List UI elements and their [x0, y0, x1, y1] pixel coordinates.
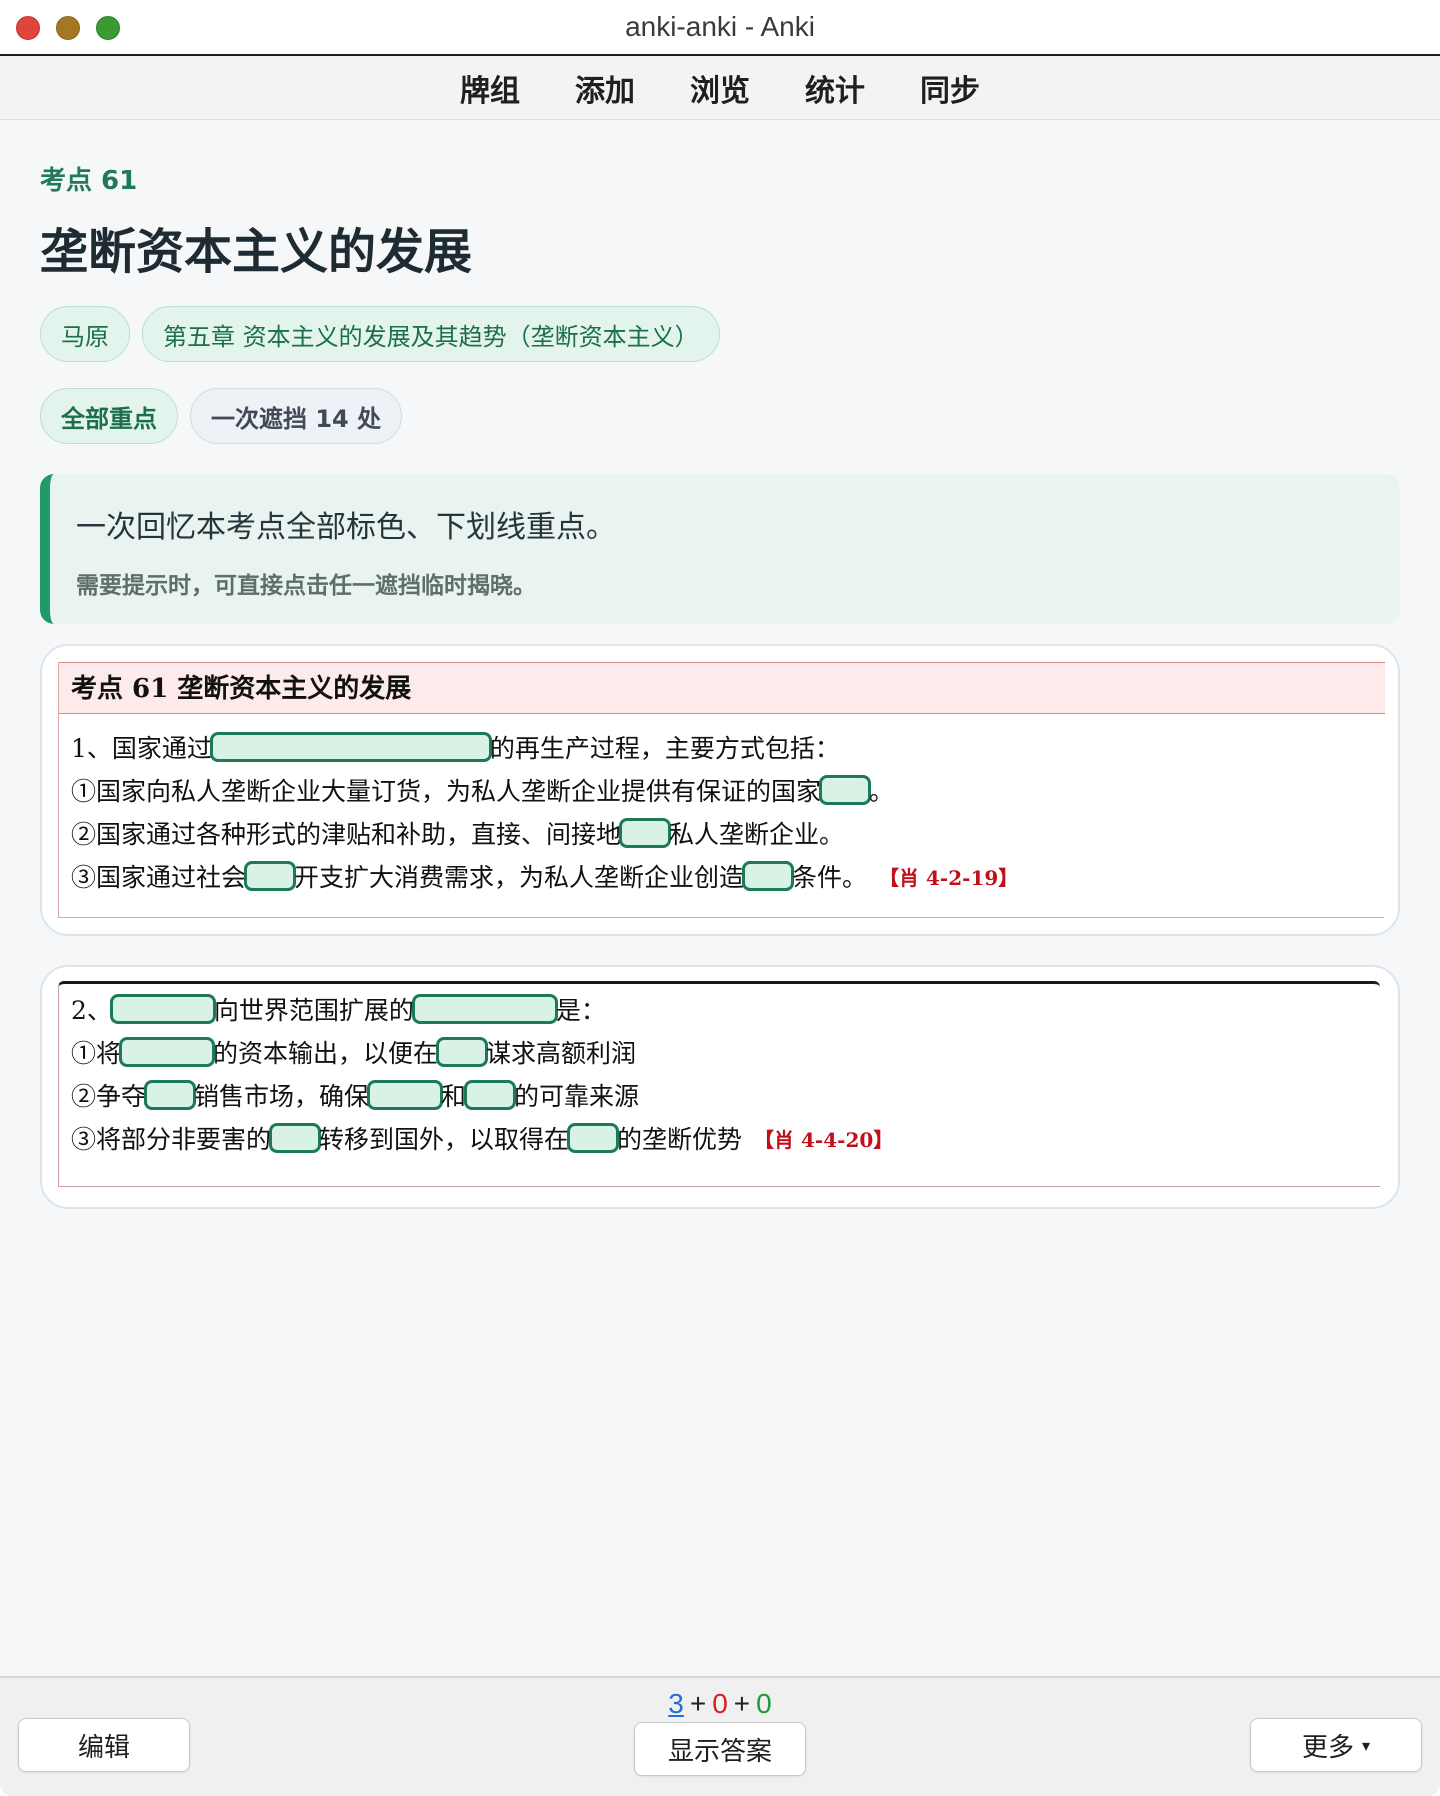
excerpt-text: 是：: [555, 996, 606, 1025]
note-excerpt-1: 考点 61 垄断资本主义的发展 1、国家通过 的再生产过程，主要方式包括： ①国…: [58, 662, 1385, 918]
mode-chips: 全部重点 一次遮挡 14 处: [40, 388, 403, 444]
cloze-mask[interactable]: [244, 861, 297, 891]
note-image-card-2: 2、 向世界范围扩展的 是： ①将 的资本输出，以便在 谋求高额利润 ②争夺 销…: [40, 965, 1400, 1209]
window-title: anki-anki - Anki: [625, 11, 815, 42]
close-window-button[interactable]: [16, 16, 40, 40]
edit-button[interactable]: 编辑: [18, 1718, 190, 1772]
show-answer-label: 显示答案: [667, 1736, 772, 1767]
excerpt-line: 1、国家通过 的再生产过程，主要方式包括：: [71, 730, 840, 764]
minimize-window-button[interactable]: [56, 16, 80, 40]
excerpt-line: ②争夺 销售市场，确保 和 的可靠来源: [71, 1078, 639, 1112]
count-separator: +: [733, 1688, 751, 1719]
excerpt-text: 和: [441, 1082, 467, 1111]
review-count: 0: [756, 1688, 772, 1719]
toolbar-stats[interactable]: 统计: [805, 66, 865, 110]
title-bar: anki-anki - Anki: [0, 0, 1440, 56]
excerpt-text: 1、国家通过: [71, 734, 212, 763]
source-reference: 【肖 4-4-20】: [754, 1127, 894, 1152]
edit-button-label: 编辑: [77, 1732, 130, 1763]
cloze-mask[interactable]: [209, 732, 492, 762]
toolbar-browse[interactable]: 浏览: [690, 66, 750, 110]
excerpt-text: 的资本输出，以便在: [213, 1039, 439, 1068]
excerpt-text: ②国家通过各种形式的津贴和补助，直接、间接地: [71, 820, 622, 849]
excerpt-text: 转移到国外，以取得在: [319, 1125, 570, 1154]
tag-chips: 马原 第五章 资本主义的发展及其趋势（垄断资本主义）: [40, 306, 720, 362]
excerpt-text: 销售市场，确保: [194, 1082, 370, 1111]
excerpt-text: 。: [869, 777, 895, 806]
excerpt-text: 向世界范围扩展的: [213, 996, 414, 1025]
excerpt-text: 条件。: [792, 863, 868, 892]
more-button-label: 更多: [1301, 1732, 1354, 1763]
tag-chip-chapter: 第五章 资本主义的发展及其趋势（垄断资本主义）: [142, 306, 720, 362]
new-count[interactable]: 3: [668, 1688, 684, 1719]
excerpt-text: 私人垄断企业。: [669, 820, 845, 849]
card-kicker: 考点 61: [40, 166, 138, 196]
excerpt-text: ②争夺: [71, 1082, 147, 1111]
toolbar-decks[interactable]: 牌组: [460, 66, 520, 110]
excerpt-line: ③将部分非要害的 转移到国外，以取得在 的垄断优势 【肖 4-4-20】: [71, 1121, 893, 1155]
cloze-mask[interactable]: [269, 1123, 322, 1153]
chevron-down-icon: ▾: [1361, 1735, 1371, 1755]
note-image-card-1: 考点 61 垄断资本主义的发展 1、国家通过 的再生产过程，主要方式包括： ①国…: [40, 644, 1400, 936]
toolbar-sync[interactable]: 同步: [920, 66, 980, 110]
more-button[interactable]: 更多 ▾: [1250, 1718, 1422, 1772]
excerpt-text: ③国家通过社会: [71, 863, 247, 892]
cloze-mask[interactable]: [567, 1123, 620, 1153]
excerpt-text: 的可靠来源: [514, 1082, 640, 1111]
excerpt-line: ①国家向私人垄断企业大量订货，为私人垄断企业提供有保证的国家 。: [71, 773, 894, 807]
hint-box: 一次回忆本考点全部标色、下划线重点。 需要提示时，可直接点击任一遮挡临时揭晓。: [40, 474, 1400, 624]
cloze-mask[interactable]: [119, 1037, 216, 1067]
excerpt-line: ①将 的资本输出，以便在 谋求高额利润: [71, 1035, 636, 1069]
cloze-mask[interactable]: [144, 1080, 197, 1110]
learning-count: 0: [712, 1688, 728, 1719]
excerpt-text: 的垄断优势: [617, 1125, 743, 1154]
excerpt-text: 开支扩大消费需求，为私人垄断企业创造: [294, 863, 745, 892]
cloze-mask[interactable]: [742, 861, 795, 891]
show-answer-button[interactable]: 显示答案: [634, 1722, 806, 1776]
mode-chip-occlusion-count: 一次遮挡 14 处: [190, 388, 403, 444]
cloze-mask[interactable]: [411, 994, 558, 1024]
excerpt-header: 考点 61 垄断资本主义的发展: [59, 662, 1385, 714]
cloze-mask[interactable]: [819, 775, 872, 805]
cloze-mask[interactable]: [367, 1080, 444, 1110]
note-excerpt-2: 2、 向世界范围扩展的 是： ①将 的资本输出，以便在 谋求高额利润 ②争夺 销…: [58, 981, 1380, 1187]
card-heading: 垄断资本主义的发展: [40, 224, 473, 280]
hint-main-text: 一次回忆本考点全部标色、下划线重点。: [76, 510, 616, 545]
main-toolbar: 牌组 添加 浏览 统计 同步: [0, 56, 1440, 120]
cloze-mask[interactable]: [436, 1037, 489, 1067]
excerpt-text: 谋求高额利润: [486, 1039, 637, 1068]
due-counts: 3 +0 +0: [0, 1688, 1440, 1720]
toolbar-add[interactable]: 添加: [575, 66, 635, 110]
excerpt-text: 的再生产过程，主要方式包括：: [489, 734, 840, 763]
excerpt-line: ②国家通过各种形式的津贴和补助，直接、间接地 私人垄断企业。: [71, 816, 844, 850]
bottom-bar: 3 +0 +0 编辑 显示答案 更多 ▾: [0, 1676, 1440, 1796]
anki-window: anki-anki - Anki 牌组 添加 浏览 统计 同步 考点 61 垄断…: [0, 0, 1440, 1796]
zoom-window-button[interactable]: [96, 16, 120, 40]
cloze-mask[interactable]: [464, 1080, 517, 1110]
source-reference: 【肖 4-2-19】: [879, 865, 1019, 890]
cloze-mask[interactable]: [109, 994, 216, 1024]
excerpt-line: 2、 向世界范围扩展的 是：: [71, 992, 606, 1026]
excerpt-line: ③国家通过社会 开支扩大消费需求，为私人垄断企业创造 条件。 【肖 4-2-19…: [71, 859, 1018, 893]
excerpt-text: 2、: [71, 996, 112, 1025]
cloze-mask[interactable]: [619, 818, 672, 848]
hint-sub-text: 需要提示时，可直接点击任一遮挡临时揭晓。: [76, 573, 536, 599]
window-controls: [16, 16, 120, 40]
excerpt-text: ①国家向私人垄断企业大量订货，为私人垄断企业提供有保证的国家: [71, 777, 822, 806]
mode-chip-all-keypoints: 全部重点: [40, 388, 178, 444]
count-separator: +: [689, 1688, 707, 1719]
tag-chip-subject: 马原: [40, 306, 130, 362]
excerpt-text: ③将部分非要害的: [71, 1125, 272, 1154]
excerpt-text: ①将: [71, 1039, 122, 1068]
